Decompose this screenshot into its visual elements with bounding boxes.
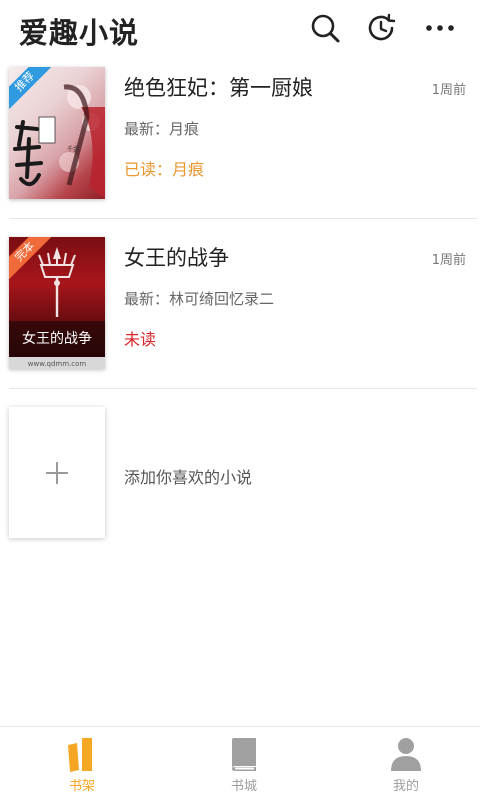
latest-chapter: 最新：月痕 — [124, 120, 200, 138]
app-title: 爱趣小说 — [19, 16, 140, 50]
cover-url: www.qdmm.com — [28, 360, 87, 368]
tab-bookshelf[interactable]: 书架 — [2, 727, 162, 800]
read-status: 已读：月痕 — [124, 160, 205, 179]
plus-icon — [46, 461, 68, 484]
book-item[interactable]: 千金 推荐 绝色狂妃：第一厨娘 1周前 最新：月痕 已读：月痕 — [0, 50, 480, 220]
bottom-tab-bar: 书架 书城 我的 — [0, 726, 480, 800]
tab-label: 书架 — [68, 779, 95, 794]
book-cover[interactable]: 女王的战争 www.qdmm.com 完本 — [9, 237, 105, 369]
tab-profile[interactable]: 我的 — [326, 727, 480, 800]
tab-label: 我的 — [392, 779, 419, 794]
history-icon[interactable] — [366, 12, 398, 44]
update-time: 1周前 — [431, 253, 466, 268]
search-icon[interactable] — [309, 12, 341, 44]
latest-chapter: 最新：林可绮回忆录二 — [124, 290, 275, 308]
svg-text:千金: 千金 — [67, 145, 79, 153]
cover-title: 女王的战争 — [22, 330, 92, 347]
read-status: 未读 — [124, 330, 157, 349]
book-icon — [232, 738, 256, 771]
book-cover[interactable]: 千金 推荐 — [9, 67, 105, 199]
tab-bookstore[interactable]: 书城 — [164, 727, 324, 800]
divider — [9, 218, 477, 219]
divider — [9, 388, 477, 389]
profile-icon — [391, 738, 421, 771]
tab-label: 书城 — [230, 779, 257, 794]
more-icon[interactable] — [424, 12, 456, 44]
book-title: 绝色狂妃：第一厨娘 — [124, 76, 313, 100]
bookshelf-icon — [68, 738, 92, 772]
book-item[interactable]: 女王的战争 www.qdmm.com 完本 女王的战争 1周前 最新：林可绮回忆… — [0, 220, 480, 390]
add-book-label[interactable]: 添加你喜欢的小说 — [124, 464, 252, 488]
book-title: 女王的战争 — [124, 246, 229, 270]
add-book-button[interactable] — [9, 407, 105, 538]
update-time: 1周前 — [431, 83, 466, 98]
